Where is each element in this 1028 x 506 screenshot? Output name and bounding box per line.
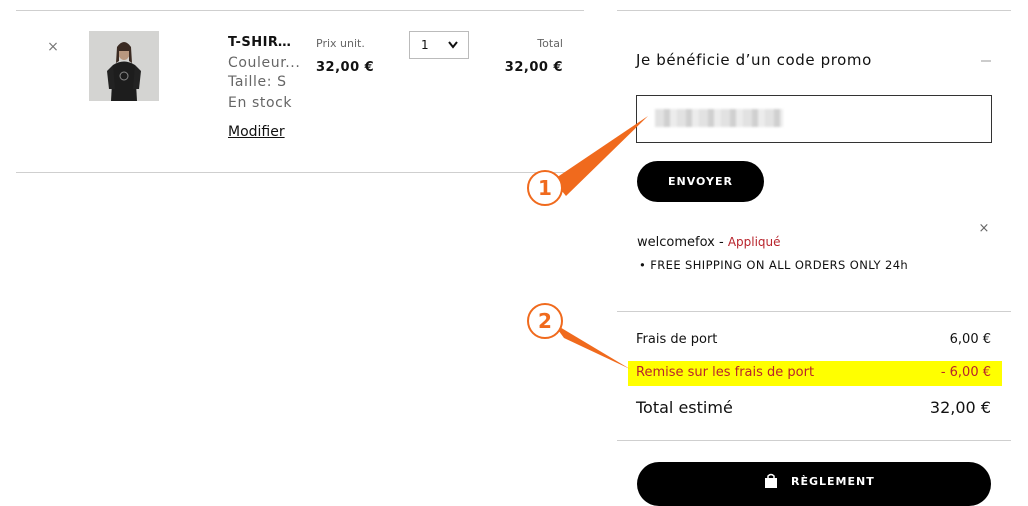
remove-code-button[interactable]: ×: [977, 221, 991, 236]
product-size: Taille: S: [228, 74, 287, 90]
estimated-total-value: 32,00 €: [929, 398, 991, 417]
remove-item-button[interactable]: ×: [46, 40, 60, 54]
applied-separator: -: [714, 235, 728, 250]
promo-benefit-text: FREE SHIPPING ON ALL ORDERS ONLY 24h: [650, 258, 909, 272]
promo-title[interactable]: Je bénéficie d’un code promo: [636, 51, 872, 69]
quantity-select[interactable]: 1: [409, 31, 469, 59]
summary-mid-divider: [617, 311, 1011, 312]
estimated-total-label: Total estimé: [636, 398, 733, 417]
arrow-2: [553, 323, 630, 369]
modify-link[interactable]: Modifier: [228, 124, 285, 140]
arrow-1: [553, 116, 648, 196]
product-name[interactable]: T-SHIRT ...: [228, 35, 300, 50]
shopping-bag-icon: [765, 473, 777, 488]
unit-price: 32,00 €: [316, 60, 375, 75]
redacted-code: [655, 109, 783, 127]
bullet-icon: •: [639, 258, 651, 272]
shipping-value: 6,00 €: [949, 332, 991, 347]
discount-label: Remise sur les frais de port: [636, 365, 815, 380]
applied-code: welcomefox - Appliqué: [637, 235, 781, 250]
checkout-button[interactable]: RÈGLEMENT: [637, 462, 991, 506]
quantity-value: 1: [421, 38, 429, 52]
cart-bottom-divider: [16, 172, 584, 173]
checkout-label: RÈGLEMENT: [791, 475, 875, 488]
line-total-label: Total: [537, 37, 563, 50]
annotation-marker-2: 2: [527, 303, 563, 339]
product-stock: En stock: [228, 95, 293, 111]
discount-value: - 6,00 €: [940, 365, 991, 380]
unit-price-label: Prix unit.: [316, 37, 365, 50]
product-image[interactable]: [89, 31, 159, 101]
line-total: 32,00 €: [504, 60, 563, 75]
summary-bottom-divider: [617, 440, 1011, 441]
shipping-label: Frais de port: [636, 332, 718, 347]
send-promo-button[interactable]: ENVOYER: [637, 161, 764, 202]
annotation-marker-1: 1: [527, 170, 563, 206]
applied-status: Appliqué: [727, 235, 781, 249]
product-color: Couleur...: [228, 55, 301, 71]
summary-top-divider: [617, 10, 1011, 11]
promo-code-input[interactable]: [636, 95, 992, 143]
promo-benefit: • FREE SHIPPING ON ALL ORDERS ONLY 24h: [639, 258, 908, 272]
chevron-down-icon: [448, 41, 458, 49]
collapse-icon[interactable]: [980, 52, 992, 64]
cart-top-divider: [16, 10, 584, 11]
applied-code-name: welcomefox: [637, 235, 715, 250]
